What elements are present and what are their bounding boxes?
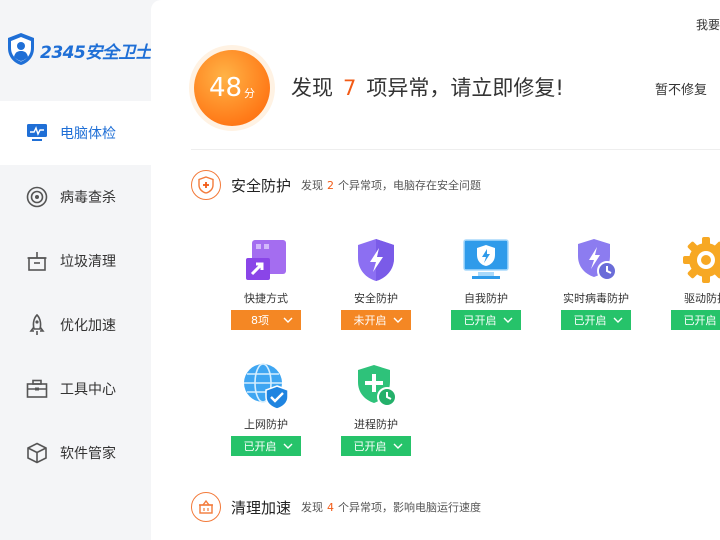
topbar-link[interactable]: 我要 <box>696 16 720 33</box>
shield-clock-icon <box>578 239 617 281</box>
protect-item-driver: 驱动防护 已开启 <box>671 236 720 330</box>
basket-icon <box>191 492 221 522</box>
chevron-down-icon <box>503 317 513 323</box>
logo: 2345安全卫士 <box>0 0 152 101</box>
section-cleanup-header: 清理加速 发现 4 个异常项，影响电脑运行速度 <box>191 492 481 522</box>
status-dropdown[interactable]: 已开启 <box>561 310 631 330</box>
protect-item-process: 进程防护 已开启 <box>341 362 411 456</box>
toolbox-icon <box>25 377 49 401</box>
sidebar-item-label: 垃圾清理 <box>60 254 116 270</box>
chevron-down-icon <box>393 317 403 323</box>
section-desc: 发现 2 个异常项，电脑存在安全问题 <box>301 179 482 192</box>
sidebar-item-junk-clean[interactable]: 垃圾清理 <box>0 229 151 293</box>
chevron-down-icon <box>613 317 623 323</box>
monitor-icon <box>25 121 49 145</box>
shield-plus-clock-icon <box>358 365 397 407</box>
protect-item-security: 安全防护 未开启 <box>341 236 411 330</box>
protect-item-shortcut: 快捷方式 8项 <box>231 236 301 330</box>
sidebar-item-label: 电脑体检 <box>60 126 116 142</box>
shield-bolt-icon <box>358 239 394 281</box>
section-desc: 发现 4 个异常项，影响电脑运行速度 <box>301 501 482 514</box>
status-dropdown[interactable]: 已开启 <box>341 436 411 456</box>
sidebar-item-label: 工具中心 <box>60 382 116 398</box>
sidebar-item-virus-scan[interactable]: 病毒查杀 <box>0 165 151 229</box>
score-value: 48 <box>208 73 243 103</box>
repair-later-button[interactable]: 暂不修复 <box>655 79 707 98</box>
shield-plus-icon <box>191 170 221 200</box>
box-icon <box>25 441 49 465</box>
status-dropdown[interactable]: 已开启 <box>451 310 521 330</box>
item-label: 自我防护 <box>464 292 508 305</box>
item-label: 驱动防护 <box>684 292 720 305</box>
headline-prefix: 发现 <box>291 76 333 100</box>
item-label: 实时病毒防护 <box>563 292 629 305</box>
score-unit: 分 <box>244 87 256 100</box>
item-label: 快捷方式 <box>244 292 288 305</box>
status-dropdown[interactable]: 已开启 <box>231 436 301 456</box>
monitor-shield-icon <box>463 239 509 279</box>
protect-item-self: 自我防护 已开启 <box>451 236 521 330</box>
protect-item-realtime: 实时病毒防护 已开启 <box>561 236 631 330</box>
chevron-down-icon <box>283 317 293 323</box>
status-dropdown[interactable]: 未开启 <box>341 310 411 330</box>
headline-suffix: 项异常，请立即修复! <box>366 76 564 100</box>
rocket-icon <box>25 313 49 337</box>
sidebar-item-tools[interactable]: 工具中心 <box>0 357 151 421</box>
item-label: 安全防护 <box>354 292 398 305</box>
item-label: 进程防护 <box>354 418 398 431</box>
section-title: 清理加速 <box>231 498 292 517</box>
divider <box>191 149 720 150</box>
sidebar-item-optimize[interactable]: 优化加速 <box>0 293 151 357</box>
sidebar-item-label: 软件管家 <box>60 446 116 462</box>
main-panel: 我要 48 分 发现 7 项异常，请立即修复! 暂不修复 安全防护 发现 2 个异常… <box>151 0 720 540</box>
shortcut-icon <box>246 240 286 280</box>
gear-icon <box>683 237 720 283</box>
chevron-down-icon <box>393 443 403 449</box>
headline-count: 7 <box>343 76 357 100</box>
sidebar-item-label: 病毒查杀 <box>60 190 116 206</box>
shield-logo-icon <box>8 33 34 65</box>
sidebar-item-software[interactable]: 软件管家 <box>0 421 151 485</box>
result-headline: 发现 7 项异常，请立即修复! <box>291 72 564 102</box>
sidebar-item-label: 优化加速 <box>60 318 116 334</box>
item-label: 上网防护 <box>244 418 288 431</box>
sidebar: 2345安全卫士 电脑体检 病毒查杀 垃圾清理 优化加速 工具中心 软件管家 <box>0 0 152 540</box>
cleaner-icon <box>25 249 49 273</box>
chevron-down-icon <box>283 443 293 449</box>
logo-text: 2345安全卫士 <box>40 43 152 63</box>
status-dropdown[interactable]: 已开启 <box>671 310 720 330</box>
status-dropdown[interactable]: 8项 <box>231 310 301 330</box>
section-security-header: 安全防护 发现 2 个异常项，电脑存在安全问题 <box>191 170 481 200</box>
score-badge: 48 分 <box>194 50 270 126</box>
protect-item-web: 上网防护 已开启 <box>231 362 301 456</box>
globe-shield-icon <box>244 363 289 410</box>
sidebar-item-checkup[interactable]: 电脑体检 <box>0 101 151 165</box>
target-icon <box>25 185 49 209</box>
section-title: 安全防护 <box>231 176 292 195</box>
